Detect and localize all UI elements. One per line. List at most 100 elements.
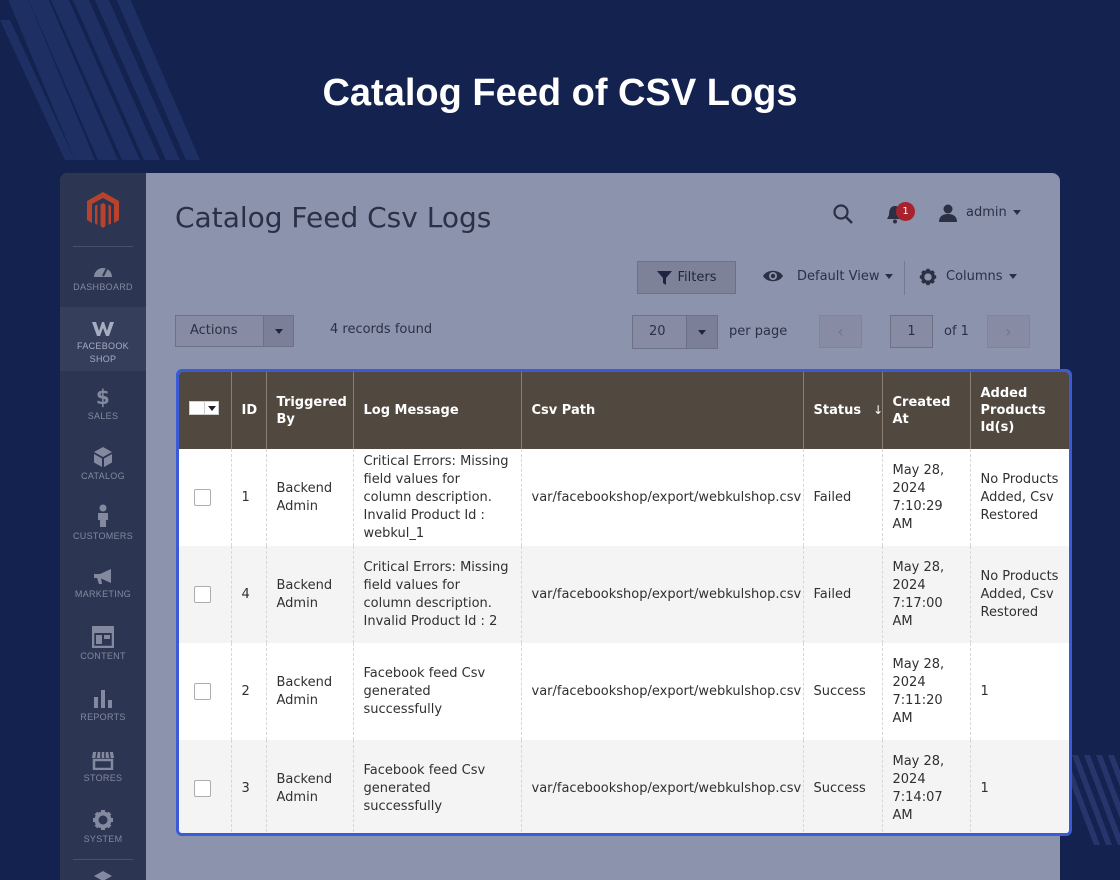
table-row[interactable]: 3 Backend Admin Facebook feed Csv genera…: [179, 740, 1069, 833]
table-header-row: ID Triggered By Log Message Csv Path Sta…: [179, 372, 1069, 449]
notification-badge[interactable]: 1: [896, 202, 915, 221]
sidebar-item-facebook-shop[interactable]: FACEBOOK SHOP: [60, 307, 146, 371]
gear-icon: [93, 810, 113, 830]
sidebar-item-content[interactable]: CONTENT: [60, 626, 146, 663]
page-number-input[interactable]: 1: [890, 315, 933, 348]
view-selector[interactable]: Default View: [797, 269, 894, 284]
table-row[interactable]: 1 Backend Admin Critical Errors: Missing…: [179, 449, 1069, 546]
chevron-down-icon[interactable]: [686, 316, 717, 348]
page-title: Catalog Feed Csv Logs: [175, 201, 492, 234]
chevron-down-icon: [1012, 210, 1021, 215]
records-count: 4 records found: [330, 322, 433, 337]
cell-added-products: 1: [969, 643, 1069, 740]
cell-id: 4: [230, 546, 266, 643]
storefront-icon: [92, 751, 114, 770]
cell-log-message: Critical Errors: Missing field values fo…: [352, 546, 521, 643]
table-row[interactable]: 2 Backend Admin Facebook feed Csv genera…: [179, 643, 1069, 740]
cell-created-at: May 28, 2024 7:11:20 AM: [881, 643, 970, 740]
sidebar-item-label: CATALOG: [81, 471, 125, 481]
sidebar-item-sales[interactable]: $ SALES: [60, 386, 146, 423]
chevron-left-icon: ‹: [837, 322, 844, 341]
cell-id: 2: [230, 643, 266, 740]
sidebar-item-marketing[interactable]: MARKETING: [60, 568, 146, 601]
mass-select-checkbox[interactable]: [189, 401, 219, 415]
sidebar-item-label: MARKETING: [74, 589, 132, 599]
sidebar-item-label: SALES: [87, 411, 119, 421]
cell-log-message: Facebook feed Csv generated successfully: [352, 740, 521, 833]
cell-id: 3: [230, 740, 266, 833]
next-page-button[interactable]: ›: [987, 315, 1030, 348]
cell-log-message: Critical Errors: Missing field values fo…: [352, 449, 521, 546]
column-header-created-at[interactable]: Created At: [881, 372, 970, 449]
cell-added-products: No Products Added, Csv Restored: [969, 546, 1069, 643]
person-icon: [98, 504, 108, 527]
previous-page-button[interactable]: ‹: [819, 315, 862, 348]
columns-label: Columns: [946, 269, 1003, 284]
column-header-triggered-by[interactable]: Triggered By: [265, 372, 353, 449]
cell-log-message: Facebook feed Csv generated successfully: [352, 643, 521, 740]
actions-dropdown[interactable]: Actions: [175, 315, 294, 347]
table-row[interactable]: 4 Backend Admin Critical Errors: Missing…: [179, 546, 1069, 643]
user-menu[interactable]: admin: [966, 205, 1021, 220]
cell-csv-path: var/facebookshop/export/webkulshop.csv: [520, 449, 803, 546]
megaphone-icon: [94, 569, 111, 584]
page-total: of 1: [944, 324, 969, 339]
chevron-down-icon: [1008, 274, 1017, 279]
chevron-down-icon: [885, 274, 894, 279]
row-checkbox-cell: [179, 546, 231, 643]
column-header-log-message[interactable]: Log Message: [352, 372, 521, 449]
svg-text:$: $: [96, 386, 110, 408]
user-icon[interactable]: [938, 203, 958, 223]
bar-chart-icon: [94, 690, 112, 708]
per-page-value: 20: [649, 324, 666, 339]
cell-added-products: 1: [969, 740, 1069, 833]
row-checkbox[interactable]: [194, 780, 211, 797]
magento-logo-icon[interactable]: [84, 190, 122, 230]
sidebar-item-catalog[interactable]: CATALOG: [60, 446, 146, 483]
column-header-csv-path[interactable]: Csv Path: [520, 372, 803, 449]
column-header-status[interactable]: Status ↓: [802, 372, 883, 449]
column-header-id[interactable]: ID: [230, 372, 266, 449]
extensions-icon[interactable]: [91, 869, 115, 880]
row-checkbox[interactable]: [194, 586, 211, 603]
row-checkbox[interactable]: [194, 683, 211, 700]
admin-sidebar: DASHBOARD FACEBOOK SHOP $ SALES CATALOG …: [60, 173, 146, 880]
columns-selector[interactable]: Columns: [946, 269, 1017, 284]
box-icon: [94, 447, 112, 467]
cell-status: Failed: [802, 449, 882, 546]
gear-icon[interactable]: [919, 268, 937, 286]
chevron-down-icon[interactable]: [205, 401, 219, 415]
row-checkbox[interactable]: [194, 489, 211, 506]
sidebar-item-dashboard[interactable]: DASHBOARD: [60, 261, 146, 294]
eye-icon[interactable]: [762, 268, 784, 284]
sidebar-item-reports[interactable]: REPORTS: [60, 687, 146, 724]
row-checkbox-cell: [179, 449, 231, 546]
cell-csv-path: var/facebookshop/export/webkulshop.csv: [520, 643, 803, 740]
per-page-select[interactable]: 20: [632, 315, 718, 349]
chevron-right-icon: ›: [1005, 322, 1012, 341]
facebook-shop-icon: [92, 322, 114, 336]
row-checkbox-cell: [179, 643, 231, 740]
sidebar-item-label: SYSTEM: [83, 834, 123, 844]
cell-status: Failed: [802, 546, 882, 643]
chevron-down-icon[interactable]: [263, 316, 293, 346]
logs-grid: ID Triggered By Log Message Csv Path Sta…: [176, 369, 1072, 836]
view-label: Default View: [797, 269, 880, 284]
sidebar-item-label: DASHBOARD: [73, 282, 133, 292]
sidebar-item-customers[interactable]: CUSTOMERS: [60, 504, 146, 543]
logs-table: ID Triggered By Log Message Csv Path Sta…: [179, 372, 1069, 833]
sidebar-item-stores[interactable]: STORES: [60, 750, 146, 785]
status-header-label: Status: [813, 403, 862, 418]
cell-added-products: No Products Added, Csv Restored: [969, 449, 1069, 546]
sidebar-divider: [73, 859, 133, 860]
toolbar-divider: [904, 261, 905, 295]
filters-button[interactable]: Filters: [637, 261, 736, 294]
filters-label: Filters: [677, 270, 717, 285]
column-header-added-products[interactable]: Added Products Id(s): [969, 372, 1069, 449]
per-page-label: per page: [729, 324, 788, 339]
hero-title: Catalog Feed of CSV Logs: [322, 72, 798, 114]
sidebar-item-system[interactable]: SYSTEM: [60, 809, 146, 846]
search-icon[interactable]: [832, 203, 854, 225]
checkbox[interactable]: [189, 401, 205, 415]
mass-select-header[interactable]: [179, 372, 231, 449]
